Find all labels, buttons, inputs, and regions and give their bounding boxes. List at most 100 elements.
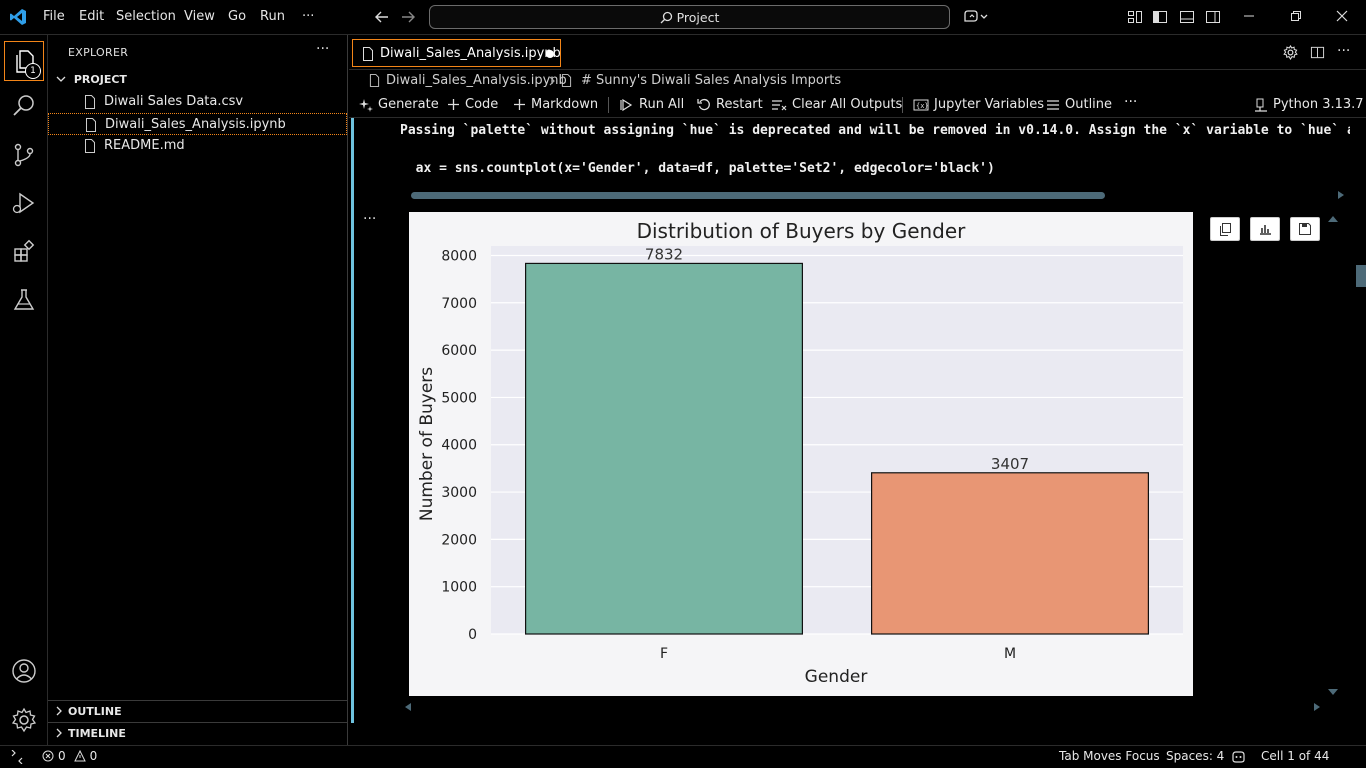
split-editor-icon[interactable] — [1310, 45, 1325, 60]
toggle-primary-sidebar-icon[interactable] — [1152, 9, 1168, 25]
file-item-notebook[interactable]: Diwali_Sales_Analysis.ipynb — [48, 113, 347, 135]
remote-icon[interactable] — [10, 750, 24, 764]
back-arrow-icon[interactable] — [374, 9, 390, 25]
restart-icon — [697, 98, 711, 112]
cell-output-more-button[interactable]: ··· — [363, 211, 376, 227]
outline-label: OUTLINE — [68, 705, 122, 718]
forward-arrow-icon[interactable] — [400, 9, 416, 25]
toolbar-more-button[interactable]: ··· — [1124, 94, 1137, 110]
project-folder[interactable]: PROJECT — [56, 73, 127, 86]
outline-button[interactable]: Outline — [1046, 97, 1112, 112]
notebook-toolbar: Generate Code Markdown Run All Restart C… — [349, 92, 1366, 118]
scroll-right-arrow-icon[interactable] — [1338, 191, 1344, 199]
restart-button[interactable]: Restart — [697, 97, 763, 112]
menu-view[interactable]: View — [184, 9, 215, 24]
customize-layout-icon[interactable] — [1127, 9, 1143, 25]
add-markdown-button[interactable]: Markdown — [513, 97, 598, 112]
copilot-icon[interactable] — [962, 8, 990, 26]
run-all-button[interactable]: Run All — [620, 97, 684, 112]
activity-source-control[interactable] — [0, 131, 48, 179]
clear-all-icon — [771, 98, 787, 112]
plus-icon — [513, 98, 526, 111]
explorer-more-button[interactable]: ··· — [316, 41, 329, 57]
copilot-status-icon[interactable] — [1231, 750, 1246, 763]
menu-edit[interactable]: Edit — [79, 9, 104, 24]
y-axis-label: Number of Buyers — [417, 367, 437, 521]
editor-tab-bar: Diwali_Sales_Analysis.ipynb ··· — [349, 35, 1366, 70]
cell-position[interactable]: Cell 1 of 44 — [1261, 749, 1329, 763]
scrollbar-thumb[interactable] — [411, 192, 1105, 199]
editor-more-button[interactable]: ··· — [1337, 43, 1350, 59]
chevron-right-icon — [548, 76, 556, 86]
kernel-picker[interactable]: Python 3.13.7 — [1254, 97, 1364, 112]
gear-icon[interactable] — [1283, 45, 1298, 60]
project-folder-label: PROJECT — [73, 73, 127, 86]
save-output-button[interactable] — [1290, 217, 1320, 241]
clear-outputs-button[interactable]: Clear All Outputs — [771, 97, 902, 112]
activity-manage[interactable] — [0, 696, 48, 744]
outline-section[interactable]: OUTLINE — [48, 700, 347, 722]
file-item-csv[interactable]: Diwali Sales Data.csv — [48, 91, 347, 113]
restart-label: Restart — [716, 97, 763, 112]
bar-value-label: 7832 — [645, 245, 683, 263]
chart-title: Distribution of Buyers by Gender — [637, 219, 967, 243]
run-debug-icon — [11, 190, 37, 216]
cell-focus-indicator[interactable] — [351, 118, 354, 723]
tab-notebook[interactable]: Diwali_Sales_Analysis.ipynb — [352, 39, 561, 67]
activity-explorer[interactable]: 1 — [4, 41, 44, 81]
unsaved-dot-icon[interactable] — [546, 50, 554, 58]
restore-icon[interactable] — [1290, 10, 1302, 22]
copy-output-button[interactable] — [1210, 217, 1240, 241]
activity-extensions[interactable] — [0, 228, 48, 276]
plus-icon — [447, 98, 460, 111]
scroll-right-arrow-icon[interactable] — [1314, 703, 1320, 711]
chevron-down-icon — [56, 74, 66, 84]
toggle-secondary-sidebar-icon[interactable] — [1205, 9, 1221, 25]
toggle-panel-icon[interactable] — [1179, 9, 1195, 25]
problems-indicator[interactable]: 0 0 — [42, 749, 97, 763]
markdown-label: Markdown — [531, 97, 599, 112]
warning-count: 0 — [89, 749, 98, 763]
y-tick-label: 4000 — [441, 438, 477, 454]
warning-icon — [73, 750, 86, 762]
kernel-label: Python 3.13.7 — [1273, 97, 1364, 112]
y-tick-label: 0 — [468, 627, 477, 643]
menu-run[interactable]: Run — [260, 9, 285, 24]
minimize-icon[interactable] — [1243, 10, 1255, 22]
svg-text:{x}: {x} — [916, 102, 929, 110]
outline-label: Outline — [1065, 97, 1113, 112]
file-name: Diwali_Sales_Analysis.ipynb — [105, 117, 286, 132]
tab-label: Diwali_Sales_Analysis.ipynb — [380, 46, 561, 61]
command-center-search[interactable]: Project — [429, 5, 950, 29]
scroll-left-arrow-icon[interactable] — [405, 703, 411, 711]
menu-more[interactable]: ··· — [302, 9, 314, 24]
title-bar: File Edit Selection View Go Run ··· Proj… — [0, 0, 1366, 35]
breadcrumb-cell[interactable]: # Sunny's Diwali Sales Analysis Imports — [581, 73, 841, 88]
activity-accounts[interactable] — [0, 647, 48, 695]
menu-selection[interactable]: Selection — [116, 9, 176, 24]
kernel-icon — [1254, 98, 1268, 112]
scroll-down-arrow-icon[interactable] — [1328, 689, 1338, 695]
file-item-readme[interactable]: README.md — [48, 135, 347, 157]
menu-file[interactable]: File — [43, 9, 65, 24]
vertical-scrollbar-thumb[interactable] — [1356, 265, 1366, 287]
open-in-plot-viewer-button[interactable] — [1250, 217, 1280, 241]
timeline-section[interactable]: TIMELINE — [48, 722, 347, 744]
activity-search[interactable] — [0, 82, 48, 130]
generate-button[interactable]: Generate — [359, 97, 439, 112]
add-code-button[interactable]: Code — [447, 97, 498, 112]
close-window-icon[interactable] — [1336, 10, 1348, 22]
scroll-up-arrow-icon[interactable] — [1328, 216, 1338, 222]
status-bar: 0 0 Tab Moves Focus Spaces: 4 Cell 1 of … — [0, 745, 1366, 768]
menu-go[interactable]: Go — [228, 9, 246, 24]
activity-run-debug[interactable] — [0, 179, 48, 227]
activity-testing[interactable] — [0, 276, 48, 324]
indentation-status[interactable]: Spaces: 4 — [1166, 749, 1224, 763]
jupyter-variables-button[interactable]: {x} Jupyter Variables — [913, 97, 1044, 112]
code-text: ax = sns.countplot(x='Gender', data=df, … — [400, 161, 995, 176]
generate-label: Generate — [378, 97, 439, 112]
y-tick-label: 6000 — [441, 343, 477, 359]
tab-moves-focus[interactable]: Tab Moves Focus — [1059, 749, 1160, 763]
breadcrumb-file[interactable]: Diwali_Sales_Analysis.ipynb — [386, 73, 567, 88]
toolbar-more-label: ··· — [1124, 94, 1138, 110]
